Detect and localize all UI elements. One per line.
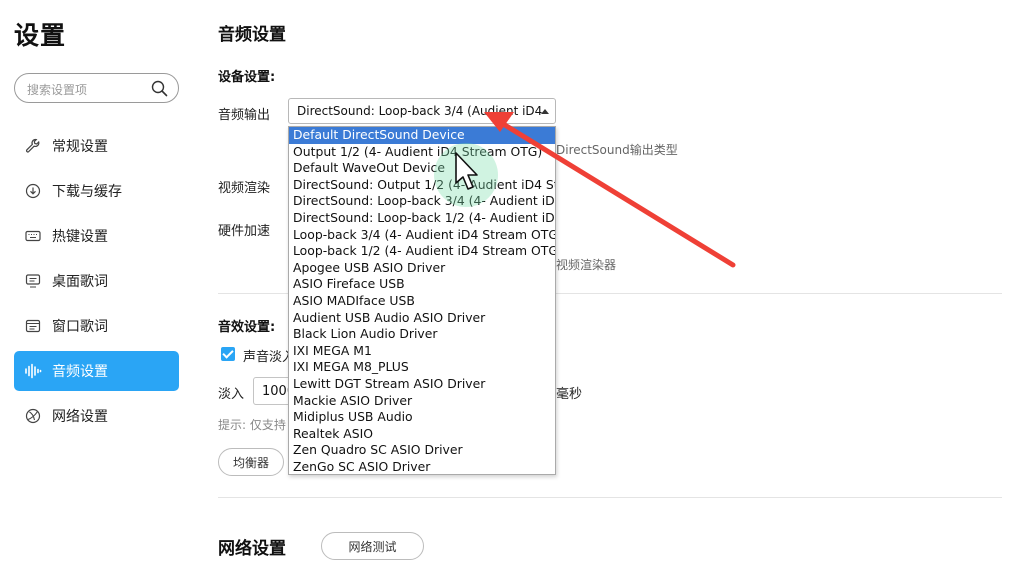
sidebar-item-label: 音频设置 — [52, 364, 108, 380]
audio-output-value: DirectSound: Loop-back 3/4 (Audient iD4 — [297, 104, 543, 118]
fade-checkbox[interactable] — [221, 347, 235, 361]
sidebar-item-label: 桌面歌词 — [52, 274, 108, 290]
dropdown-option[interactable]: Output 1/2 (4- Audient iD4 Stream OTG) — [289, 144, 555, 161]
desktop-lyrics-icon — [24, 272, 42, 290]
sidebar-item-label: 窗口歌词 — [52, 319, 108, 335]
sidebar: 设置 搜索设置项 常规设置 下载与缓存 热键设置 桌面歌词 窗口歌词 音频设置 … — [0, 0, 195, 576]
renderer-hint: 视频渲染器 — [556, 258, 617, 272]
sidebar-item-general[interactable]: 常规设置 — [14, 126, 179, 166]
ms-unit-label: 毫秒 — [556, 387, 583, 402]
audio-output-label: 音频输出 — [218, 108, 271, 123]
equalizer-button[interactable]: 均衡器 — [218, 448, 284, 476]
sidebar-item-download[interactable]: 下载与缓存 — [14, 171, 179, 211]
fade-in-label: 淡入 — [218, 387, 245, 402]
hw-accel-label: 硬件加速 — [218, 224, 271, 239]
dropdown-option[interactable]: Default DirectSound Device — [289, 127, 555, 144]
sidebar-item-label: 网络设置 — [52, 409, 108, 425]
dropdown-option[interactable]: IXI MEGA M1 — [289, 343, 555, 360]
sidebar-item-desktop-lyrics[interactable]: 桌面歌词 — [14, 261, 179, 301]
keyboard-icon — [24, 227, 42, 245]
dropdown-option[interactable]: ASIO Fireface USB — [289, 276, 555, 293]
wrench-icon — [24, 137, 42, 155]
dropdown-option[interactable]: Mackie ASIO Driver — [289, 393, 555, 410]
audio-wave-icon — [24, 362, 42, 380]
dropdown-option[interactable]: Loop-back 1/2 (4- Audient iD4 Stream OTG… — [289, 243, 555, 260]
sidebar-item-label: 常规设置 — [52, 139, 108, 155]
search-input[interactable]: 搜索设置项 — [27, 81, 87, 98]
audio-output-dropdown[interactable]: Default DirectSound Device Output 1/2 (4-… — [288, 126, 556, 475]
caret-up-icon — [541, 109, 549, 114]
device-settings-heading: 设备设置: — [218, 70, 276, 85]
dropdown-option[interactable]: Audient USB Audio ASIO Driver — [289, 310, 555, 327]
dropdown-option[interactable]: Zen Quadro SC ASIO Driver — [289, 442, 555, 459]
sidebar-item-label: 下载与缓存 — [52, 184, 122, 200]
window-lyrics-icon — [24, 317, 42, 335]
dropdown-option[interactable]: DirectSound: Output 1/2 (4- Audient iD4 … — [289, 177, 555, 194]
tip-text: 提示: 仅支持 — [218, 418, 286, 432]
dropdown-option[interactable]: Apogee USB ASIO Driver — [289, 260, 555, 277]
sidebar-item-audio[interactable]: 音频设置 — [14, 351, 179, 391]
effects-settings-heading: 音效设置: — [218, 320, 276, 335]
sidebar-item-label: 热键设置 — [52, 229, 108, 245]
dropdown-option[interactable]: DirectSound: Loop-back 1/2 (4- Audient i… — [289, 210, 555, 227]
cursor-highlight — [434, 143, 498, 207]
search-icon[interactable] — [151, 80, 168, 97]
section-title-audio: 音频设置 — [218, 25, 286, 45]
network-test-button[interactable]: 网络测试 — [321, 532, 424, 560]
dropdown-option[interactable]: Realtek ASIO — [289, 426, 555, 443]
dropdown-option[interactable]: ZenGo SC ASIO Driver — [289, 459, 555, 476]
dropdown-option[interactable]: ASIO MADIface USB — [289, 293, 555, 310]
dropdown-option[interactable]: Lewitt DGT Stream ASIO Driver — [289, 376, 555, 393]
search-box[interactable]: 搜索设置项 — [14, 73, 179, 103]
dropdown-option[interactable]: IXI MEGA M8_PLUS — [289, 359, 555, 376]
section-title-network: 网络设置 — [218, 539, 286, 559]
globe-icon — [24, 407, 42, 425]
sidebar-item-hotkeys[interactable]: 热键设置 — [14, 216, 179, 256]
sidebar-item-network[interactable]: 网络设置 — [14, 396, 179, 436]
output-type-hint: DirectSound输出类型 — [556, 143, 678, 157]
sidebar-item-window-lyrics[interactable]: 窗口歌词 — [14, 306, 179, 346]
audio-output-select[interactable]: DirectSound: Loop-back 3/4 (Audient iD4 — [288, 98, 556, 124]
dropdown-option[interactable]: Loop-back 3/4 (4- Audient iD4 Stream OTG… — [289, 227, 555, 244]
dropdown-option[interactable]: Black Lion Audio Driver — [289, 326, 555, 343]
divider — [218, 497, 1002, 498]
page-title: 设置 — [14, 21, 67, 50]
dropdown-option[interactable]: Midiplus USB Audio — [289, 409, 555, 426]
download-icon — [24, 182, 42, 200]
dropdown-option[interactable]: DirectSound: Loop-back 3/4 (4- Audient i… — [289, 193, 555, 210]
dropdown-option[interactable]: Default WaveOut Device — [289, 160, 555, 177]
video-render-label: 视频渲染 — [218, 181, 271, 196]
sidebar-nav: 常规设置 下载与缓存 热键设置 桌面歌词 窗口歌词 音频设置 网络设置 — [14, 126, 179, 441]
